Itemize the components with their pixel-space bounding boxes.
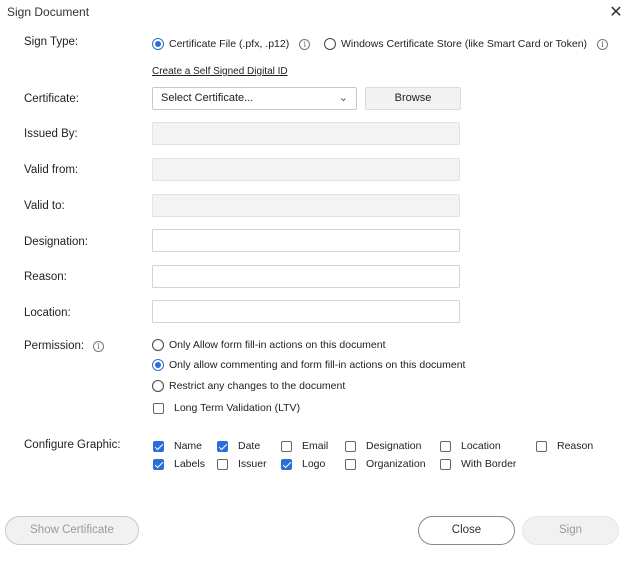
location-option-label: Location [461, 440, 501, 452]
issuer-label: Issuer [238, 458, 267, 470]
reason-option-label: Reason [557, 440, 594, 452]
valid-to-label: Valid to: [24, 200, 65, 212]
name-checkbox[interactable] [153, 440, 164, 452]
reason-input[interactable] [152, 265, 460, 288]
organization-checkbox[interactable] [345, 458, 356, 470]
certificate-file-radio[interactable] [152, 38, 164, 50]
show-certificate-button[interactable]: Show Certificate [5, 516, 139, 545]
certificate-select-value: Select Certificate... [161, 92, 254, 104]
sign-type-label: Sign Type: [24, 36, 79, 48]
location-label: Location: [24, 307, 71, 319]
permission-commenting-label: Only allow commenting and form fill-in a… [169, 359, 466, 371]
designation-label: Designation: [24, 236, 88, 248]
chevron-down-icon: ⌄ [338, 92, 348, 104]
name-label: Name [174, 440, 203, 452]
organization-label: Organization [366, 458, 426, 470]
certificate-label: Certificate: [24, 93, 79, 105]
email-label: Email [302, 440, 329, 452]
valid-from-field [152, 158, 460, 181]
ltv-option[interactable]: Long Term Validation (LTV) [153, 402, 300, 414]
date-checkbox[interactable] [217, 440, 228, 452]
graphic-option-location[interactable]: Location [440, 440, 501, 452]
close-button[interactable]: Close [418, 516, 515, 545]
ltv-checkbox[interactable] [153, 402, 164, 414]
close-icon[interactable]: ✕ [608, 5, 624, 21]
issued-by-label: Issued By: [24, 128, 78, 140]
graphic-option-issuer[interactable]: Issuer [217, 458, 267, 470]
with-border-checkbox[interactable] [440, 458, 451, 470]
email-checkbox[interactable] [281, 440, 292, 452]
window-title: Sign Document [7, 5, 90, 19]
graphic-option-organization[interactable]: Organization [345, 458, 426, 470]
permission-label: Permission: [24, 340, 85, 352]
certificate-file-label: Certificate File (.pfx, .p12) [169, 38, 290, 50]
permission-commenting-radio[interactable] [152, 359, 164, 371]
sign-type-certificate-file-option[interactable]: Certificate File (.pfx, .p12) i [152, 38, 311, 50]
designation-input[interactable] [152, 229, 460, 252]
permission-label-group: Permission: i [24, 340, 105, 352]
date-label: Date [238, 440, 261, 452]
logo-checkbox[interactable] [281, 458, 292, 470]
windows-store-label: Windows Certificate Store (like Smart Ca… [341, 38, 588, 50]
configure-graphic-label: Configure Graphic: [24, 439, 121, 451]
location-checkbox[interactable] [440, 440, 451, 452]
sign-button[interactable]: Sign [522, 516, 619, 545]
valid-to-field [152, 194, 460, 217]
logo-label: Logo [302, 458, 326, 470]
ltv-label: Long Term Validation (LTV) [174, 402, 301, 414]
graphic-option-date[interactable]: Date [217, 440, 260, 452]
permission-form-fill-label: Only Allow form fill-in actions on this … [169, 339, 386, 351]
permission-restrict-radio[interactable] [152, 380, 164, 392]
issuer-checkbox[interactable] [217, 458, 228, 470]
info-icon[interactable]: i [299, 38, 311, 50]
reason-checkbox[interactable] [536, 440, 547, 452]
designation-checkbox[interactable] [345, 440, 356, 452]
graphic-option-labels[interactable]: Labels [153, 458, 205, 470]
permission-option-commenting[interactable]: Only allow commenting and form fill-in a… [152, 359, 465, 371]
location-input[interactable] [152, 300, 460, 323]
info-icon[interactable]: i [93, 340, 105, 352]
graphic-option-designation[interactable]: Designation [345, 440, 421, 452]
sign-type-windows-store-option[interactable]: Windows Certificate Store (like Smart Ca… [324, 38, 609, 50]
graphic-option-with-border[interactable]: With Border [440, 458, 516, 470]
valid-from-label: Valid from: [24, 164, 79, 176]
labels-checkbox[interactable] [153, 458, 164, 470]
issued-by-field [152, 122, 460, 145]
permission-restrict-label: Restrict any changes to the document [169, 380, 346, 392]
info-icon[interactable]: i [597, 38, 609, 50]
with-border-label: With Border [461, 458, 517, 470]
permission-form-fill-radio[interactable] [152, 339, 164, 351]
designation-option-label: Designation [366, 440, 422, 452]
graphic-option-logo[interactable]: Logo [281, 458, 325, 470]
labels-label: Labels [174, 458, 205, 470]
create-self-signed-id-link[interactable]: Create a Self Signed Digital ID [152, 66, 288, 77]
windows-store-radio[interactable] [324, 38, 336, 50]
permission-option-restrict[interactable]: Restrict any changes to the document [152, 380, 345, 392]
graphic-option-reason[interactable]: Reason [536, 440, 593, 452]
permission-option-form-fill[interactable]: Only Allow form fill-in actions on this … [152, 339, 386, 351]
graphic-option-name[interactable]: Name [153, 440, 202, 452]
graphic-option-email[interactable]: Email [281, 440, 328, 452]
certificate-select[interactable]: Select Certificate... ⌄ [152, 87, 357, 110]
reason-label: Reason: [24, 271, 67, 283]
browse-button[interactable]: Browse [365, 87, 461, 110]
